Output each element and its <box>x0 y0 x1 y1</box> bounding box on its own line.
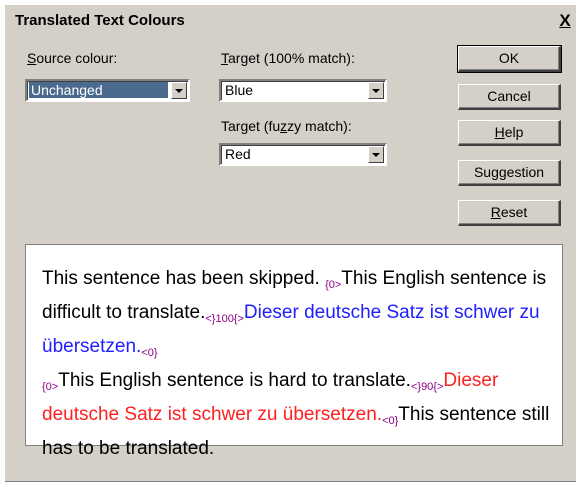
chevron-down-icon[interactable] <box>368 146 384 163</box>
segment-tag: <}90{> <box>410 381 444 393</box>
reset-button[interactable]: Reset <box>458 200 561 226</box>
preview-text: This sentence has been skipped. {0>This … <box>42 265 550 462</box>
segment-tag: {0> <box>42 381 59 393</box>
cancel-button[interactable]: Cancel <box>458 84 561 110</box>
chevron-down-icon[interactable] <box>368 82 384 99</box>
target-fuzzy-label: Target (fuzzy match): <box>221 118 352 134</box>
ok-button[interactable]: OK <box>457 45 562 73</box>
target-100-label: Target (100% match): <box>221 50 355 66</box>
segment-tag: <0} <box>382 415 399 427</box>
segment-tag: <}100{> <box>205 313 244 325</box>
source-sentence-2: This English sentence is hard to transla… <box>58 370 411 391</box>
target-fuzzy-select[interactable]: Red <box>219 143 387 166</box>
skipped-sentence: This sentence has been skipped. <box>42 268 326 289</box>
target-fuzzy-value: Red <box>225 146 251 162</box>
source-colour-value: Unchanged <box>29 82 168 98</box>
target-100-value: Blue <box>225 82 254 98</box>
source-colour-select[interactable]: Unchanged <box>25 79 190 102</box>
dialog-title: Translated Text Colours <box>15 12 185 29</box>
close-icon[interactable]: X <box>556 11 574 31</box>
chevron-down-icon[interactable] <box>171 82 187 99</box>
segment-tag: {0> <box>325 279 342 291</box>
source-colour-label: Source colour: <box>27 50 118 66</box>
segment-tag: <0} <box>141 347 158 359</box>
target-100-select[interactable]: Blue <box>219 79 387 102</box>
help-button[interactable]: Help <box>458 120 561 146</box>
title-bar: Translated Text Colours X <box>7 9 576 35</box>
suggestion-button[interactable]: Suggestion <box>458 160 561 186</box>
translated-text-colours-dialog: Translated Text Colours X Source colour:… <box>4 4 576 482</box>
preview-pane: This sentence has been skipped. {0>This … <box>25 244 563 459</box>
